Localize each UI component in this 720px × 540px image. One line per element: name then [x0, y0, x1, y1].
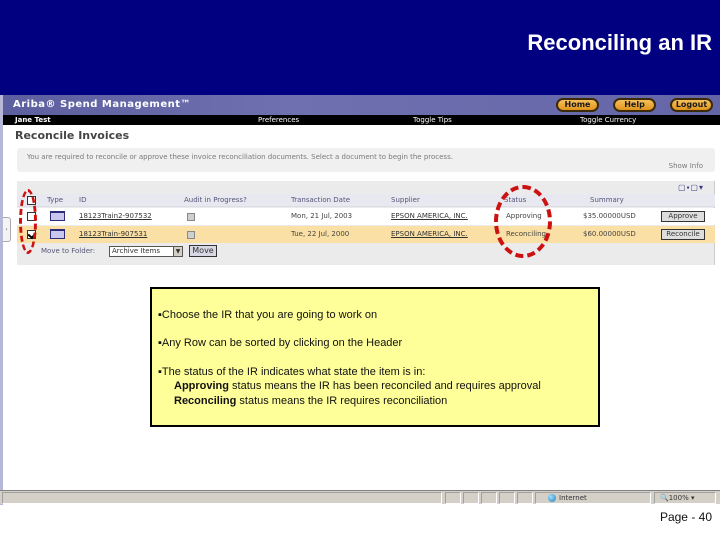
row-date: Tue, 22 Jul, 2000	[291, 230, 350, 238]
table-header-row: Type ID Audit in Progress? Transaction D…	[17, 194, 715, 207]
page-title: Reconcile Invoices	[15, 129, 130, 142]
header-type[interactable]: Type	[47, 194, 63, 207]
zoom-level[interactable]: 🔍100% ▾	[660, 492, 694, 504]
status-pane	[499, 492, 515, 504]
status-pane	[2, 492, 442, 504]
row-date: Mon, 21 Jul, 2003	[291, 212, 353, 220]
status-pane	[481, 492, 497, 504]
row-summary: $35.00000USD	[583, 212, 636, 220]
slide-title: Reconciling an IR	[527, 30, 712, 55]
toggle-currency-link[interactable]: Toggle Currency	[580, 115, 636, 125]
row-id-link[interactable]: 18123Train2-907532	[79, 208, 152, 225]
app-header-bar: Ariba® Spend Management™ Home Help Logou…	[3, 95, 720, 115]
move-label: Move to Folder:	[41, 247, 96, 255]
reconcile-button[interactable]: Reconcile	[661, 229, 705, 240]
audit-checkbox	[187, 231, 195, 239]
status-pane	[445, 492, 461, 504]
invoice-type-icon	[50, 211, 65, 221]
header-transaction-date[interactable]: Transaction Date	[291, 194, 350, 207]
sidebar-toggle-handle[interactable]: ›	[3, 217, 11, 242]
header-id[interactable]: ID	[79, 194, 86, 207]
browser-status-bar: Internet 🔍100% ▾	[0, 490, 720, 504]
globe-icon	[548, 494, 556, 502]
annotation-oval-status	[494, 185, 552, 258]
header-audit[interactable]: Audit in Progress?	[184, 194, 247, 207]
security-zone: Internet	[548, 492, 587, 504]
row-summary: $60.00000USD	[583, 230, 636, 238]
header-summary[interactable]: Summary	[590, 194, 624, 207]
table-options-icon[interactable]: ▢▪▢▾	[678, 183, 704, 192]
approve-button[interactable]: Approve	[661, 211, 705, 222]
user-name: Jane Test	[15, 116, 51, 124]
move-button[interactable]: Move	[189, 245, 217, 257]
instruction-box: You are required to reconcile or approve…	[17, 148, 715, 172]
status-pane	[463, 492, 479, 504]
header-supplier[interactable]: Supplier	[391, 194, 420, 207]
invoice-table: ▢▪▢▾ Type ID Audit in Progress? Transact…	[17, 181, 715, 265]
show-info-link[interactable]: Show Info	[669, 162, 703, 170]
folder-select[interactable]: Archive Items ▼	[109, 246, 183, 257]
callout-detail-reconciling: Reconciling status means the IR requires…	[174, 395, 448, 407]
slide-header: Reconciling an IR	[0, 0, 720, 95]
instruction-text: You are required to reconcile or approve…	[27, 153, 453, 161]
chevron-down-icon[interactable]: ▼	[173, 247, 182, 256]
app-logo: Ariba® Spend Management™	[13, 99, 191, 110]
preferences-link[interactable]: Preferences	[258, 115, 299, 125]
user-bar: Jane Test Preferences Toggle Tips Toggle…	[3, 115, 720, 125]
invoice-type-icon	[50, 229, 65, 239]
home-button[interactable]: Home	[556, 98, 599, 112]
magnifier-icon: 🔍	[660, 494, 669, 502]
table-row[interactable]: 18123Train2-907532 Mon, 21 Jul, 2003 EPS…	[17, 208, 715, 225]
page-number: Page - 40	[659, 510, 712, 524]
help-button[interactable]: Help	[613, 98, 656, 112]
logout-button[interactable]: Logout	[670, 98, 713, 112]
callout-detail-approving: Approving status means the IR has been r…	[174, 380, 541, 392]
folder-select-value: Archive Items	[112, 247, 160, 255]
move-to-folder-row: Move to Folder: Archive Items ▼ Move	[17, 244, 715, 258]
callout-bullet: ▪The status of the IR indicates what sta…	[158, 366, 426, 378]
row-supplier-link[interactable]: EPSON AMERICA, INC.	[391, 208, 468, 225]
callout-bullet: ▪Any Row can be sorted by clicking on th…	[158, 337, 403, 349]
status-pane	[517, 492, 533, 504]
row-supplier-link[interactable]: EPSON AMERICA, INC.	[391, 226, 468, 243]
toggle-tips-link[interactable]: Toggle Tips	[413, 115, 452, 125]
table-row[interactable]: 18123Train-907531 Tue, 22 Jul, 2000 EPSO…	[17, 226, 715, 243]
annotation-oval-checkbox	[19, 189, 37, 254]
callout-bullet: ▪Choose the IR that you are going to wor…	[158, 309, 378, 321]
row-id-link[interactable]: 18123Train-907531	[79, 226, 147, 243]
callout-box: ▪Choose the IR that you are going to wor…	[150, 287, 600, 427]
audit-checkbox	[187, 213, 195, 221]
